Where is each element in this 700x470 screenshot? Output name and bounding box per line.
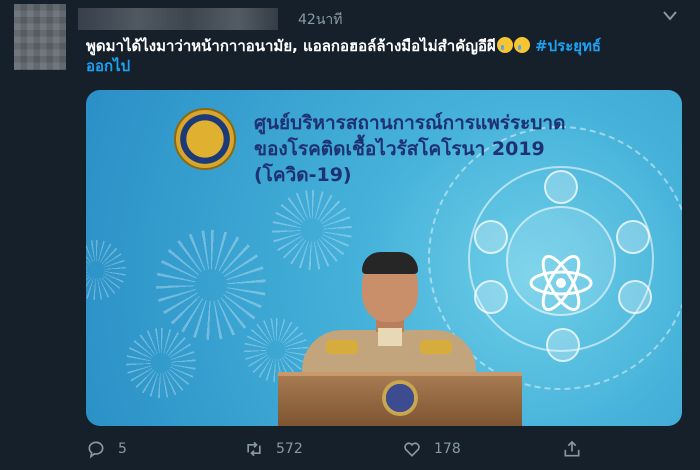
media-title: ศูนย์บริหารสถานการณ์การแพร่ระบาด ของโรคต… — [254, 112, 566, 186]
share-icon — [564, 440, 580, 457]
virus-decoration — [156, 230, 266, 340]
government-seal — [174, 108, 236, 170]
caret-down-icon[interactable] — [660, 8, 680, 24]
retweet-icon — [247, 441, 261, 457]
share-button[interactable] — [562, 436, 582, 462]
anchor-icon — [618, 280, 652, 314]
tweet-media-image[interactable]: ศูนย์บริหารสถานการณ์การแพร่ระบาด ของโรคต… — [86, 90, 682, 426]
atom-icon — [529, 254, 593, 312]
radiation-icon — [546, 328, 580, 362]
camera-icon — [474, 220, 508, 254]
like-count: 178 — [434, 441, 461, 457]
avatar[interactable] — [14, 4, 66, 70]
podium-seal — [382, 380, 418, 416]
crying-face-emoji — [513, 37, 530, 53]
reply-count: 5 — [118, 441, 127, 457]
podium — [278, 372, 522, 426]
retweet-count: 572 — [276, 441, 303, 457]
tweet-text-main: พูดมาได้ไงมาว่าหน้ากาาอนามัย, แอลกอฮอล์ล… — [86, 37, 496, 55]
virus-decoration — [86, 240, 126, 300]
crying-face-emoji — [496, 37, 513, 53]
reply-button[interactable]: 5 — [86, 436, 127, 462]
tweet[interactable]: 42นาที พูดมาได้ไงมาว่าหน้ากาาอนามัย, แอล… — [0, 0, 700, 470]
tweet-text: พูดมาได้ไงมาว่าหน้ากาาอนามัย, แอลกอฮอล์ล… — [86, 36, 686, 76]
briefcase-icon — [616, 220, 650, 254]
mail-icon — [474, 280, 508, 314]
virus-decoration — [126, 328, 196, 398]
like-button[interactable]: 178 — [402, 436, 461, 462]
retweet-button[interactable]: 572 — [244, 436, 303, 462]
tweet-actions: 5 572 178 — [86, 436, 606, 462]
timestamp[interactable]: 42นาที — [298, 9, 342, 31]
reply-icon — [88, 441, 104, 459]
like-icon — [404, 442, 420, 457]
author-name-blurred[interactable] — [78, 8, 278, 30]
